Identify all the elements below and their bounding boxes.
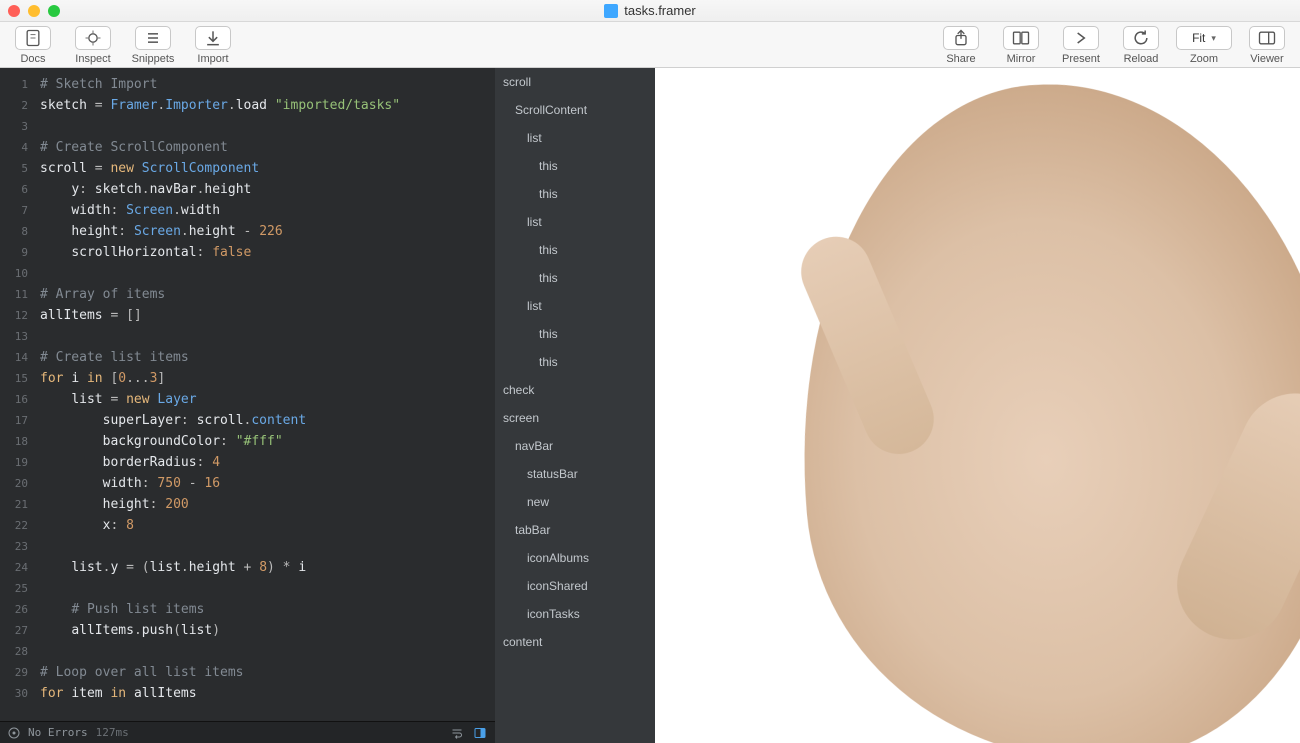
reload-icon — [1123, 26, 1159, 50]
code-line[interactable]: width: Screen.width — [40, 200, 485, 221]
toolbar-label: Import — [197, 53, 228, 65]
error-count: No Errors — [28, 726, 88, 739]
code-body[interactable]: # Sketch Importsketch = Framer.Importer.… — [36, 68, 495, 721]
snippets-icon — [135, 26, 171, 50]
viewer-icon — [1249, 26, 1285, 50]
code-line[interactable]: allItems.push(list) — [40, 620, 485, 641]
code-line[interactable] — [40, 578, 485, 599]
toolbar-label: Viewer — [1250, 53, 1283, 65]
share-button[interactable]: Share — [936, 26, 986, 65]
layer-row[interactable]: iconShared — [495, 572, 655, 600]
code-line[interactable]: width: 750 - 16 — [40, 473, 485, 494]
window-title: tasks.framer — [0, 3, 1300, 18]
layer-row[interactable]: list — [495, 124, 655, 152]
code-line[interactable]: # Sketch Import — [40, 74, 485, 95]
code-line[interactable]: allItems = [] — [40, 305, 485, 326]
docs-button[interactable]: Docs — [8, 26, 58, 65]
layer-row[interactable]: this — [495, 264, 655, 292]
code-line[interactable]: for i in [0...3] — [40, 368, 485, 389]
layer-row[interactable]: this — [495, 152, 655, 180]
layer-row[interactable]: statusBar — [495, 460, 655, 488]
layer-row[interactable]: iconAlbums — [495, 544, 655, 572]
code-line[interactable]: height: Screen.height - 226 — [40, 221, 485, 242]
code-line[interactable]: borderRadius: 4 — [40, 452, 485, 473]
toolbar-label: Snippets — [132, 53, 175, 65]
inspect-button[interactable]: Inspect — [68, 26, 118, 65]
code-line[interactable]: scrollHorizontal: false — [40, 242, 485, 263]
device-preview: Framer 8:00 AM Tasks ＋ Book hotelGroceri… — [655, 68, 1300, 743]
code-line[interactable]: # Create ScrollComponent — [40, 137, 485, 158]
layer-panel[interactable]: scrollScrollContentlistthisthislistthist… — [495, 68, 655, 743]
code-line[interactable] — [40, 326, 485, 347]
layer-row[interactable]: tabBar — [495, 516, 655, 544]
code-line[interactable] — [40, 641, 485, 662]
layer-row[interactable]: this — [495, 236, 655, 264]
status-ok-icon — [8, 727, 20, 739]
layer-row[interactable]: list — [495, 292, 655, 320]
code-line[interactable]: for item in allItems — [40, 683, 485, 704]
share-icon — [943, 26, 979, 50]
window-titlebar: tasks.framer — [0, 0, 1300, 22]
snippets-button[interactable]: Snippets — [128, 26, 178, 65]
layer-row[interactable]: navBar — [495, 432, 655, 460]
toolbar-label: Present — [1062, 53, 1100, 65]
code-line[interactable]: x: 8 — [40, 515, 485, 536]
zoom-label: Zoom — [1190, 53, 1218, 65]
layer-row[interactable]: new — [495, 488, 655, 516]
wrap-icon[interactable] — [451, 727, 463, 739]
code-line[interactable]: # Loop over all list items — [40, 662, 485, 683]
code-line[interactable]: sketch = Framer.Importer.load "imported/… — [40, 95, 485, 116]
zoom-select[interactable]: Fit — [1176, 26, 1232, 50]
code-line[interactable]: backgroundColor: "#fff" — [40, 431, 485, 452]
hand-graphic — [771, 68, 1300, 743]
code-line[interactable]: list = new Layer — [40, 389, 485, 410]
toolbar-label: Mirror — [1007, 53, 1036, 65]
layer-row[interactable]: ScrollContent — [495, 96, 655, 124]
editor-status-bar: No Errors 127ms — [0, 721, 495, 743]
code-line[interactable] — [40, 536, 485, 557]
reload-button[interactable]: Reload — [1116, 26, 1166, 65]
panel-toggle-icon[interactable] — [473, 727, 487, 739]
code-line[interactable]: y: sketch.navBar.height — [40, 179, 485, 200]
mirror-button[interactable]: Mirror — [996, 26, 1046, 65]
code-line[interactable]: height: 200 — [40, 494, 485, 515]
document-icon — [604, 4, 618, 18]
layer-row[interactable]: iconTasks — [495, 600, 655, 628]
layer-row[interactable]: check — [495, 376, 655, 404]
window-title-text: tasks.framer — [624, 3, 696, 18]
import-button[interactable]: Import — [188, 26, 238, 65]
code-line[interactable]: # Create list items — [40, 347, 485, 368]
import-icon — [195, 26, 231, 50]
layer-row[interactable]: scroll — [495, 68, 655, 96]
code-line[interactable]: # Array of items — [40, 284, 485, 305]
viewer-button[interactable]: Viewer — [1242, 26, 1292, 65]
code-editor[interactable]: 1234567891011121314151617181920212223242… — [0, 68, 495, 743]
code-line[interactable]: # Push list items — [40, 599, 485, 620]
layer-row[interactable]: this — [495, 348, 655, 376]
toolbar-label: Docs — [20, 53, 45, 65]
toolbar: Docs Inspect Snippets Import Share Mirror Pre… — [0, 22, 1300, 68]
line-gutter: 1234567891011121314151617181920212223242… — [0, 68, 36, 721]
code-line[interactable]: superLayer: scroll.content — [40, 410, 485, 431]
docs-icon — [15, 26, 51, 50]
present-icon — [1063, 26, 1099, 50]
mirror-icon — [1003, 26, 1039, 50]
toolbar-label: Reload — [1124, 53, 1159, 65]
code-line[interactable] — [40, 116, 485, 137]
layer-row[interactable]: this — [495, 180, 655, 208]
toolbar-label: Share — [946, 53, 975, 65]
code-line[interactable]: scroll = new ScrollComponent — [40, 158, 485, 179]
code-line[interactable] — [40, 263, 485, 284]
main-area: 1234567891011121314151617181920212223242… — [0, 68, 1300, 743]
toolbar-label: Inspect — [75, 53, 110, 65]
code-line[interactable]: list.y = (list.height + 8) * i — [40, 557, 485, 578]
layer-row[interactable]: screen — [495, 404, 655, 432]
layer-row[interactable]: content — [495, 628, 655, 656]
layer-row[interactable]: this — [495, 320, 655, 348]
inspect-icon — [75, 26, 111, 50]
present-button[interactable]: Present — [1056, 26, 1106, 65]
compile-time: 127ms — [96, 726, 129, 739]
layer-row[interactable]: list — [495, 208, 655, 236]
